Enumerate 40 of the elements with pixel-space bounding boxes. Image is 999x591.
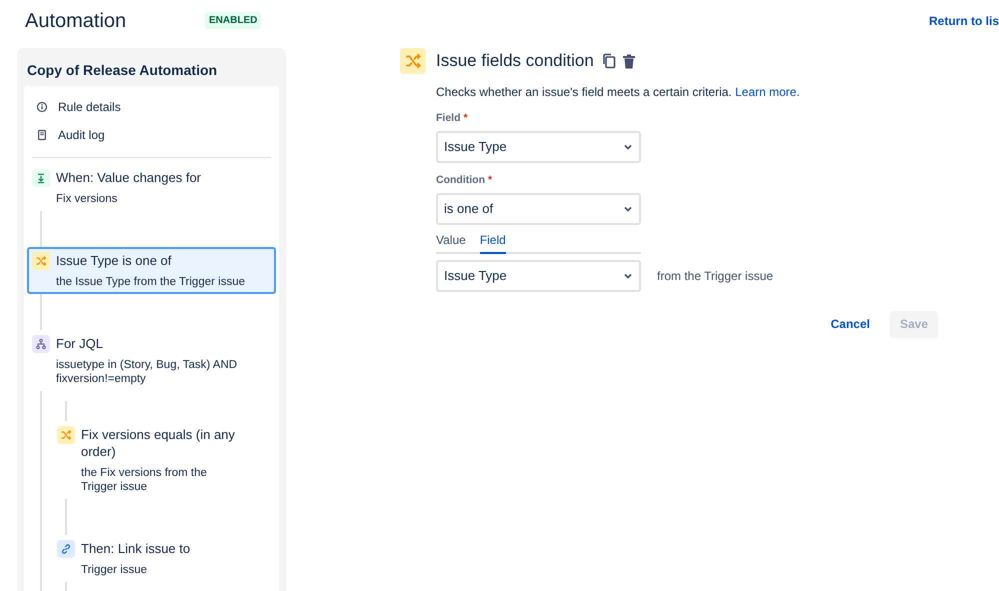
step-title: For JQL <box>56 335 104 352</box>
copy-icon[interactable] <box>602 53 616 69</box>
select-field[interactable]: Issue Type <box>436 130 641 163</box>
field-label: Condition <box>436 172 485 188</box>
rule-step[interactable]: Issue Type is one of the Issue Type from the Trigger issue <box>27 247 276 294</box>
step-detail: issuetype in (Story, Bug, Task) AND fixversion!=empty <box>56 358 238 386</box>
info-icon <box>36 101 48 113</box>
step-title: When: Value changes for <box>56 169 202 186</box>
select-field[interactable]: Issue Type <box>436 260 641 292</box>
required-asterisk: * <box>488 172 492 188</box>
step-title: Issue Type is one of <box>56 252 172 269</box>
step-title: Then: Link issue to <box>81 540 190 557</box>
shuffle-icon <box>400 48 426 74</box>
tab[interactable]: Field <box>480 230 506 254</box>
step-detail: the Issue Type from the Trigger issue <box>56 275 245 289</box>
trash-icon[interactable] <box>622 54 636 68</box>
select-field[interactable]: is one of <box>436 192 641 224</box>
shuffle-icon <box>32 252 50 270</box>
page-title: Automation <box>25 9 126 34</box>
shuffle-icon <box>57 426 75 444</box>
required-asterisk: * <box>464 111 468 126</box>
step-detail: Trigger issue <box>81 563 148 577</box>
step-detail: Fix versions <box>56 192 118 206</box>
document-icon <box>36 129 48 141</box>
step-title: Fix versions equals (in any order) <box>81 426 236 460</box>
learn-more-link[interactable]: Learn more. <box>735 85 800 99</box>
nav-item[interactable]: Audit log <box>32 121 271 149</box>
return-link[interactable]: Return to lis <box>928 12 999 30</box>
field-label: Field <box>436 111 461 126</box>
sidebar-title: Copy of Release Automation <box>27 61 218 80</box>
panel-title: Issue fields condition <box>436 50 594 72</box>
cancel-button[interactable]: Cancel <box>820 310 880 338</box>
hierarchy-icon <box>32 335 50 353</box>
step-detail: the Fix versions from the Trigger issue <box>81 466 208 494</box>
nav-item[interactable]: Rule details <box>32 93 271 121</box>
status-badge: ENABLED <box>205 12 262 29</box>
description-text: Checks whether an issue's field meets a certain criteria. Learn more. <box>436 84 801 101</box>
select-suffix-text: from the Trigger issue <box>657 268 774 284</box>
tab[interactable]: Value <box>436 230 466 254</box>
link-icon <box>57 540 75 558</box>
